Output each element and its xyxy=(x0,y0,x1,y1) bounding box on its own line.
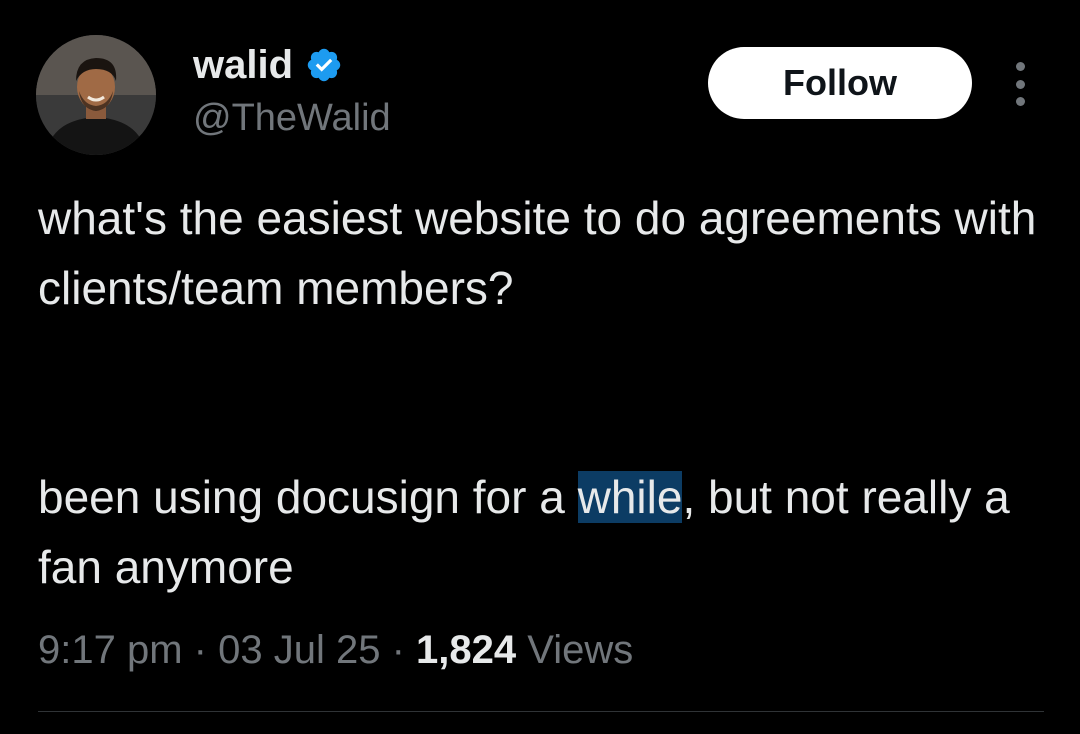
author-handle[interactable]: @TheWalid xyxy=(193,94,391,142)
selected-text[interactable]: while xyxy=(577,471,683,523)
tweet: walid @TheWalid Follow what's the easies… xyxy=(0,0,1080,734)
more-dot xyxy=(1015,97,1025,106)
more-dot xyxy=(1015,79,1025,89)
tweet-text-paragraph-2: been using docusign for a while, but not… xyxy=(38,462,1048,602)
divider xyxy=(38,711,1044,712)
tweet-time[interactable]: 9:17 pm xyxy=(38,628,183,672)
verified-badge-icon xyxy=(307,48,341,82)
author-display-name[interactable]: walid xyxy=(193,40,293,90)
author-name-row[interactable]: walid xyxy=(193,40,343,90)
avatar[interactable] xyxy=(36,35,156,155)
views-label: Views xyxy=(527,628,634,672)
tweet-date[interactable]: 03 Jul 25 xyxy=(218,628,380,672)
more-dot xyxy=(1015,62,1025,71)
views-count: 1,824 xyxy=(416,628,517,672)
tweet-metadata: 9:17 pm · 03 Jul 25 · 1,824 Views xyxy=(38,622,633,678)
avatar-image xyxy=(36,35,156,155)
more-options-icon[interactable] xyxy=(1005,62,1035,106)
tweet-text-segment: been using docusign for a xyxy=(38,471,578,523)
meta-separator: · xyxy=(193,628,207,672)
follow-button[interactable]: Follow xyxy=(708,47,972,119)
meta-separator: · xyxy=(391,628,405,672)
tweet-text-paragraph-1: what's the easiest website to do agreeme… xyxy=(38,192,1037,314)
